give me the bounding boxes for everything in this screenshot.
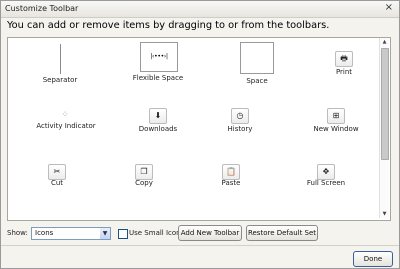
palette-item-label: Full Screen (306, 179, 346, 187)
title-bar: Customize Toolbar × (1, 1, 399, 18)
palette-item-new-window[interactable]: ⊞ New Window (296, 108, 376, 148)
palette-item-label: Cut (50, 179, 64, 187)
activity-throbber-icon: ⁘ (61, 110, 69, 120)
palette-item-label: History (227, 125, 253, 133)
palette-item-label: Print (335, 68, 353, 76)
restore-default-set-button[interactable]: Restore Default Set (246, 225, 318, 241)
palette-item-separator[interactable]: Separator (20, 44, 100, 84)
palette-item-full-screen[interactable]: ✥ Full Screen (286, 164, 366, 204)
palette-item-label: Downloads (138, 125, 178, 133)
scissors-icon: ✂ (48, 164, 66, 180)
palette-item-copy[interactable]: ❐ Copy (104, 164, 184, 204)
palette-item-label: Copy (135, 179, 153, 187)
add-new-toolbar-button[interactable]: Add New Toolbar (178, 225, 242, 241)
options-bar: Show: Icons ▼ Use Small Icons Add New To… (7, 225, 393, 241)
chevron-down-icon[interactable]: ▼ (100, 228, 110, 239)
instructions-text: You can add or remove items by dragging … (7, 20, 330, 31)
customize-toolbar-dialog: Customize Toolbar × You can add or remov… (0, 0, 400, 269)
palette-item-paste[interactable]: 📋 Paste (191, 164, 271, 204)
palette-item-label: Separator (42, 76, 78, 84)
palette-item-label: Paste (221, 179, 241, 187)
palette-item-label: Flexible Space (132, 74, 184, 82)
dialog-title: Customize Toolbar (5, 4, 79, 13)
clock-icon: ◷ (231, 108, 249, 124)
palette-item-space[interactable]: Space (217, 42, 297, 85)
download-arrow-icon: ⬇ (149, 108, 167, 124)
clipboard-icon: 📋 (222, 164, 240, 180)
printer-icon: 🖶 (335, 51, 353, 67)
show-mode-select[interactable]: Icons ▼ (31, 227, 111, 240)
palette-item-activity-indicator[interactable]: ⁘ Activity Indicator (26, 108, 106, 148)
show-label: Show: (7, 229, 28, 237)
full-screen-icon: ✥ (317, 164, 335, 180)
space-icon (240, 42, 274, 74)
palette-item-cut[interactable]: ✂ Cut (17, 164, 97, 204)
close-icon[interactable]: × (385, 2, 393, 13)
done-button[interactable]: Done (353, 251, 393, 267)
footer-divider (1, 245, 399, 246)
palette-item-downloads[interactable]: ⬇ Downloads (118, 108, 198, 148)
scroll-up-icon[interactable]: ▲ (380, 38, 389, 46)
copy-icon: ❐ (135, 164, 153, 180)
palette-item-label: Activity Indicator (36, 122, 96, 130)
toolbar-item-palette: Separator |‹•••›| Flexible Space Space 🖶… (7, 37, 391, 221)
scroll-down-icon[interactable]: ▼ (380, 210, 389, 218)
show-mode-value: Icons (35, 229, 54, 237)
palette-item-label: Space (246, 77, 268, 85)
new-window-icon: ⊞ (327, 108, 345, 124)
use-small-icons-checkbox[interactable] (118, 229, 128, 239)
palette-item-history[interactable]: ◷ History (200, 108, 280, 148)
palette-item-flexible-space[interactable]: |‹•••›| Flexible Space (118, 42, 198, 82)
flexible-space-icon: |‹•••›| (140, 42, 178, 72)
scrollbar-thumb[interactable] (381, 48, 389, 160)
palette-item-label: New Window (313, 125, 359, 133)
palette-scrollbar[interactable]: ▲ ▼ (379, 38, 389, 218)
palette-item-print[interactable]: 🖶 Print (304, 51, 384, 91)
use-small-icons-label: Use Small Icons (129, 229, 185, 237)
separator-icon (60, 44, 61, 74)
